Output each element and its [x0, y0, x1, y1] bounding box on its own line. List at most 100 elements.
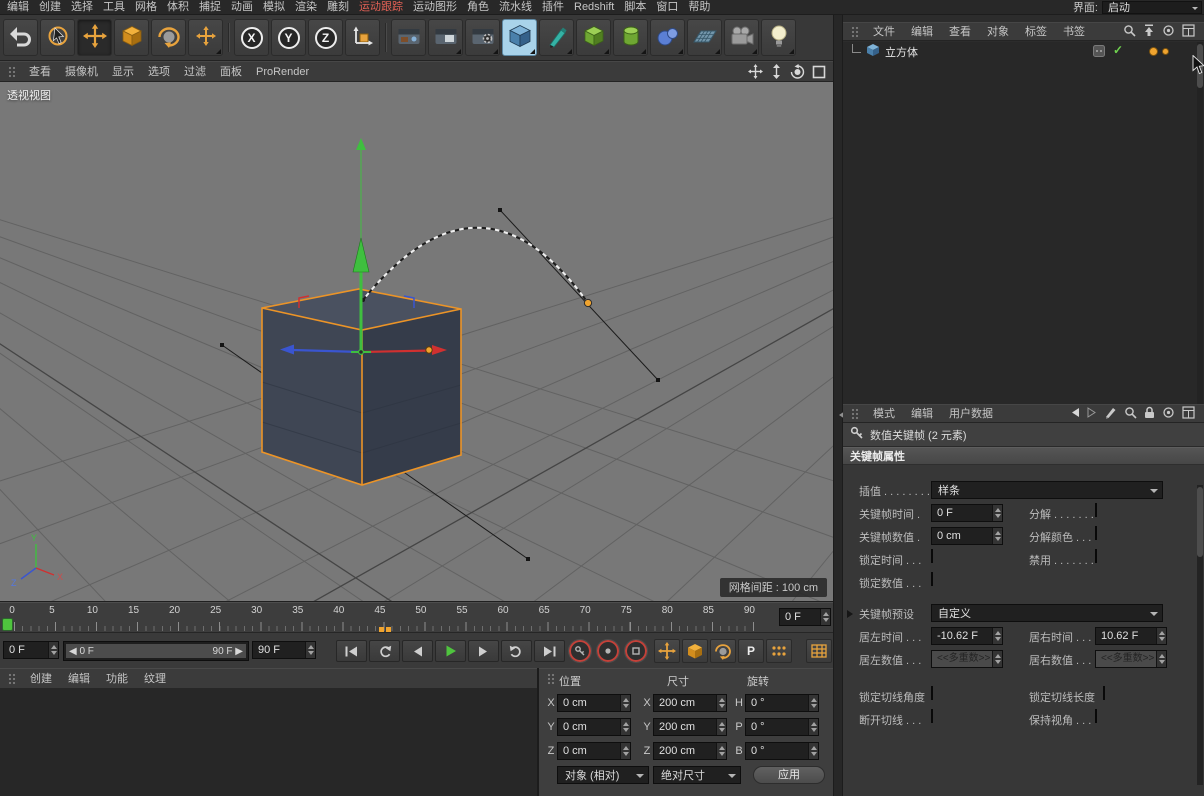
- object-manager-menu-item[interactable]: 书签: [1055, 25, 1093, 39]
- history-back-icon[interactable]: [1070, 407, 1080, 421]
- menubar-item[interactable]: 插件: [537, 0, 569, 14]
- keyframe-selection-button[interactable]: [624, 639, 648, 663]
- generator-button[interactable]: [613, 19, 648, 56]
- object-name[interactable]: 立方体: [885, 44, 918, 60]
- camera-button[interactable]: [724, 19, 759, 56]
- menubar-item[interactable]: 运动跟踪: [354, 0, 408, 14]
- spinner[interactable]: [716, 743, 726, 759]
- panel-layout-icon[interactable]: [1182, 24, 1195, 40]
- spline-pen-button[interactable]: [539, 19, 574, 56]
- lock-y-button[interactable]: Y: [271, 19, 306, 56]
- spinner[interactable]: [620, 695, 630, 711]
- play-button[interactable]: [435, 640, 466, 662]
- mute-checkbox[interactable]: [1095, 549, 1097, 563]
- size-input[interactable]: 200 cm: [653, 718, 727, 736]
- object-enabled-check-icon[interactable]: ✓: [1113, 43, 1123, 57]
- material-menu-item[interactable]: 创建: [22, 672, 60, 686]
- lock-x-button[interactable]: X: [234, 19, 269, 56]
- viewport-canvas[interactable]: Y X Z: [0, 82, 833, 602]
- breakdown-color-checkbox[interactable]: [1095, 526, 1097, 540]
- scrollbar-thumb[interactable]: [1197, 487, 1203, 557]
- timeline-ruler[interactable]: 051015202530354045505560657075808590 0 F: [0, 602, 833, 632]
- menubar-item[interactable]: 流水线: [494, 0, 537, 14]
- viewport-menu-item[interactable]: 选项: [141, 65, 177, 79]
- goto-end-button[interactable]: [534, 640, 565, 662]
- panel-divider[interactable]: [833, 15, 843, 796]
- panel-grip-icon[interactable]: [8, 66, 17, 78]
- goto-start-button[interactable]: [336, 640, 367, 662]
- add-cube-button[interactable]: [502, 19, 537, 56]
- interpolation-select[interactable]: 样条: [931, 481, 1163, 499]
- lock-value-checkbox[interactable]: [931, 572, 933, 586]
- break-tangent-checkbox[interactable]: [931, 709, 933, 723]
- path-up-icon[interactable]: [1143, 24, 1155, 40]
- target-icon[interactable]: [1162, 24, 1175, 40]
- coord-system-button[interactable]: [345, 19, 380, 56]
- right-time-input[interactable]: 10.62 F: [1095, 627, 1167, 645]
- history-forward-icon[interactable]: [1087, 407, 1097, 421]
- object-row-cube[interactable]: 立方体 ✓: [843, 42, 1204, 61]
- last-tool-button[interactable]: [188, 19, 223, 56]
- record-pla-toggle[interactable]: [766, 639, 792, 663]
- keyframe-track-dot-icon[interactable]: [1149, 47, 1158, 56]
- attribute-menu-item[interactable]: 编辑: [903, 407, 941, 421]
- frame-spinner[interactable]: 0 F: [779, 608, 831, 626]
- keyframe-dot-2[interactable]: [584, 299, 591, 306]
- menubar-item[interactable]: 渲染: [290, 0, 322, 14]
- material-menu-item[interactable]: 纹理: [136, 672, 174, 686]
- subdivision-button[interactable]: [576, 19, 611, 56]
- spinner[interactable]: [305, 642, 315, 658]
- spinner[interactable]: [808, 695, 818, 711]
- record-parameter-toggle[interactable]: P: [738, 639, 764, 663]
- dolly-view-icon[interactable]: [770, 64, 783, 79]
- spinner[interactable]: [992, 628, 1002, 644]
- render-picture-viewer-button[interactable]: [428, 19, 463, 56]
- play-loop-button[interactable]: [501, 640, 532, 662]
- viewport-menu-item[interactable]: 查看: [22, 65, 58, 79]
- lock-z-button[interactable]: Z: [308, 19, 343, 56]
- preset-select[interactable]: 自定义: [931, 604, 1163, 622]
- breakdown-checkbox[interactable]: [1095, 503, 1097, 517]
- search-icon[interactable]: [1124, 406, 1137, 422]
- viewport-menu-item[interactable]: 过滤: [177, 65, 213, 79]
- play-backward-button[interactable]: [369, 640, 400, 662]
- position-input[interactable]: 0 cm: [557, 742, 631, 760]
- spinner[interactable]: [1156, 628, 1166, 644]
- menubar-item[interactable]: 网格: [130, 0, 162, 14]
- left-time-input[interactable]: -10.62 F: [931, 627, 1003, 645]
- rotation-input[interactable]: 0 °: [745, 694, 819, 712]
- pin-icon[interactable]: [1104, 406, 1117, 422]
- lock-time-checkbox[interactable]: [931, 549, 933, 563]
- metaball-button[interactable]: [650, 19, 685, 56]
- current-frame-field[interactable]: 0 F: [3, 641, 59, 659]
- section-header[interactable]: 关键帧属性: [843, 447, 1204, 465]
- spinner[interactable]: [48, 642, 58, 658]
- spinner[interactable]: [1156, 651, 1166, 667]
- open-timeline-button[interactable]: [806, 639, 832, 663]
- panel-grip-icon[interactable]: [851, 408, 860, 420]
- menubar-item[interactable]: 模拟: [258, 0, 290, 14]
- object-layer-icon[interactable]: [1093, 45, 1105, 60]
- menubar-item[interactable]: 帮助: [683, 0, 715, 14]
- rotation-input[interactable]: 0 °: [745, 742, 819, 760]
- light-button[interactable]: [761, 19, 796, 56]
- menubar-item[interactable]: 脚本: [619, 0, 651, 14]
- object-list[interactable]: 立方体 ✓: [843, 42, 1204, 404]
- menubar-item[interactable]: 雕刻: [322, 0, 354, 14]
- lock-icon[interactable]: [1144, 406, 1155, 422]
- render-view-button[interactable]: [391, 19, 426, 56]
- position-input[interactable]: 0 cm: [557, 694, 631, 712]
- left-value-input[interactable]: <<多重数>>: [931, 650, 1003, 668]
- object-list-scrollbar[interactable]: [1197, 42, 1203, 404]
- viewport-menu-item[interactable]: ProRender: [249, 65, 316, 79]
- menubar-item[interactable]: 动画: [226, 0, 258, 14]
- position-input[interactable]: 0 cm: [557, 718, 631, 736]
- attribute-scrollbar[interactable]: [1197, 485, 1203, 785]
- record-keyframe-button[interactable]: [568, 639, 592, 663]
- viewport-menu-item[interactable]: 摄像机: [58, 65, 105, 79]
- coordinate-mode-select[interactable]: 对象 (相对): [557, 766, 649, 784]
- material-menu-item[interactable]: 功能: [98, 672, 136, 686]
- object-manager-menu-item[interactable]: 文件: [865, 25, 903, 39]
- menubar-item[interactable]: 编辑: [2, 0, 34, 14]
- spinner[interactable]: [992, 528, 1002, 544]
